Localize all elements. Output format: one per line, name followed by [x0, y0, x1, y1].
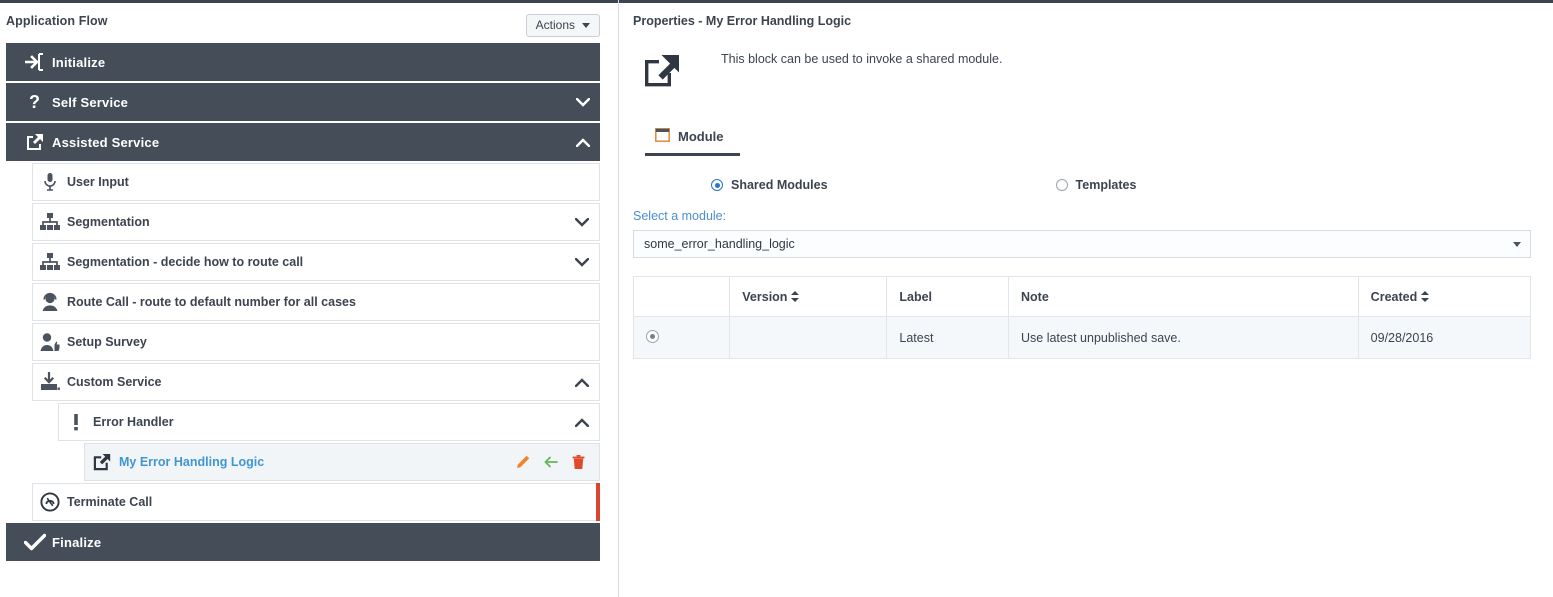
tab-module-label: Module [678, 129, 724, 144]
external-link-icon [85, 451, 119, 473]
flow-node-list: Initialize ? Self Service Assisted Servi… [0, 43, 618, 561]
sort-icon[interactable] [1421, 290, 1430, 302]
go-to-arrow-icon[interactable] [544, 455, 558, 469]
flow-node-route-call[interactable]: Route Call - route to default number for… [32, 283, 600, 321]
flow-node-setup-survey[interactable]: Setup Survey [32, 323, 600, 361]
select-module-label: Select a module: [633, 209, 727, 223]
radio-indicator[interactable] [711, 179, 723, 191]
actions-button[interactable]: Actions [525, 14, 600, 37]
flow-node-label: Route Call - route to default number for… [67, 295, 356, 309]
page-title: Application Flow [6, 14, 108, 28]
chevron-down-icon [1513, 242, 1521, 247]
end-call-icon [33, 492, 67, 512]
sort-icon[interactable] [791, 290, 800, 302]
question-mark-icon: ? [18, 92, 52, 112]
flow-node-label: Self Service [52, 94, 129, 110]
radio-shared-modules[interactable]: Shared Modules [711, 178, 828, 192]
sitemap-icon [33, 253, 67, 271]
properties-tabs: Module [633, 124, 1531, 156]
flow-node-self-service[interactable]: ? Self Service [6, 83, 600, 121]
flow-node-label: Finalize [52, 534, 102, 550]
module-select-value: some_error_handling_logic [644, 237, 795, 251]
cell-version [729, 316, 888, 359]
external-link-icon [633, 48, 691, 92]
column-header-created-label: Created [1370, 289, 1418, 304]
radio-templates-label: Templates [1075, 178, 1137, 192]
tab-module[interactable]: Module [645, 124, 740, 156]
cell-note: Use latest unpublished save. [1008, 316, 1359, 359]
radio-indicator[interactable] [1055, 179, 1068, 191]
table-body: Latest Use latest unpublished save. 09/2… [632, 316, 1532, 359]
flow-node-label: Terminate Call [67, 495, 153, 509]
flow-node-user-input[interactable]: User Input [32, 163, 600, 201]
module-source-radio-group: Shared Modules Templates [633, 178, 1531, 192]
delete-trash-icon[interactable] [572, 454, 585, 470]
svg-text:?: ? [29, 92, 40, 112]
user-thumbsup-icon [33, 332, 67, 352]
chevron-down-icon[interactable] [565, 217, 599, 227]
flow-node-label: Segmentation - decide how to route call [67, 255, 304, 269]
radio-templates[interactable]: Templates [1055, 178, 1137, 192]
chevron-down-icon [582, 23, 590, 28]
column-header-select [632, 276, 731, 317]
properties-panel: Properties - My Error Handling Logic Thi… [619, 3, 1553, 597]
chevron-up-icon[interactable] [566, 137, 600, 147]
flow-node-label: Segmentation [67, 215, 150, 229]
row-action-group [516, 454, 599, 470]
flow-node-assisted-service[interactable]: Assisted Service [6, 123, 600, 161]
flow-node-label: Error Handler [93, 415, 174, 429]
check-icon [18, 533, 52, 551]
flow-node-error-handler[interactable]: Error Handler [58, 403, 600, 441]
edit-pencil-icon[interactable] [516, 455, 530, 469]
cell-label: Latest [886, 316, 1009, 359]
chevron-down-icon[interactable] [565, 257, 599, 267]
share-box-icon [18, 132, 52, 152]
flow-node-label: Initialize [52, 54, 106, 70]
flow-node-label: Assisted Service [52, 134, 160, 150]
row-radio-indicator[interactable] [646, 329, 659, 343]
chevron-up-icon[interactable] [565, 417, 599, 427]
flow-node-finalize[interactable]: Finalize [6, 523, 600, 561]
flow-node-segmentation-route[interactable]: Segmentation - decide how to route call [32, 243, 600, 281]
table-header: Version Label Note Created [632, 276, 1532, 317]
cell-select[interactable] [632, 316, 731, 359]
flow-node-label: User Input [67, 175, 129, 189]
flow-node-my-error-handling-logic[interactable]: My Error Handling Logic [84, 443, 600, 481]
column-header-label: Label [886, 276, 1009, 317]
module-select[interactable]: some_error_handling_logic [633, 230, 1531, 258]
window-panel-icon [655, 128, 670, 145]
block-summary: This block can be used to invoke a share… [633, 48, 1531, 104]
flow-node-label: Setup Survey [67, 335, 147, 349]
flow-node-initialize[interactable]: Initialize [6, 43, 600, 81]
flow-node-terminate-call[interactable]: Terminate Call [32, 483, 600, 521]
error-indicator-edge [596, 483, 600, 521]
sign-in-icon [18, 53, 52, 71]
headset-agent-icon [33, 292, 67, 312]
actions-button-label: Actions [535, 18, 575, 32]
column-header-version[interactable]: Version [729, 276, 888, 317]
column-header-note: Note [1008, 276, 1359, 317]
left-panel-header: Application Flow Actions [0, 3, 618, 43]
module-version-table: Version Label Note Created Latest Use la… [632, 276, 1532, 359]
application-flow-panel: Application Flow Actions Initialize ? Se… [0, 3, 618, 597]
sitemap-icon [33, 213, 67, 231]
exclamation-icon [59, 412, 93, 432]
table-row[interactable]: Latest Use latest unpublished save. 09/2… [632, 316, 1532, 359]
radio-shared-modules-label: Shared Modules [731, 178, 828, 192]
properties-title: Properties - My Error Handling Logic [633, 14, 852, 28]
flow-node-label: My Error Handling Logic [119, 455, 265, 469]
block-description: This block can be used to invoke a share… [721, 52, 1003, 66]
table-header-row: Version Label Note Created [632, 276, 1532, 317]
chevron-down-icon[interactable] [566, 97, 600, 107]
flow-node-segmentation[interactable]: Segmentation [32, 203, 600, 241]
column-header-created[interactable]: Created [1357, 276, 1532, 317]
application-flow-screen: Application Flow Actions Initialize ? Se… [0, 0, 1553, 597]
cell-created: 09/28/2016 [1357, 316, 1532, 359]
column-header-version-label: Version [742, 289, 788, 304]
flow-node-custom-service[interactable]: Custom Service [32, 363, 600, 401]
chevron-up-icon[interactable] [565, 377, 599, 387]
inbox-download-icon [33, 372, 67, 392]
microphone-icon [33, 172, 67, 192]
flow-node-label: Custom Service [67, 375, 162, 389]
